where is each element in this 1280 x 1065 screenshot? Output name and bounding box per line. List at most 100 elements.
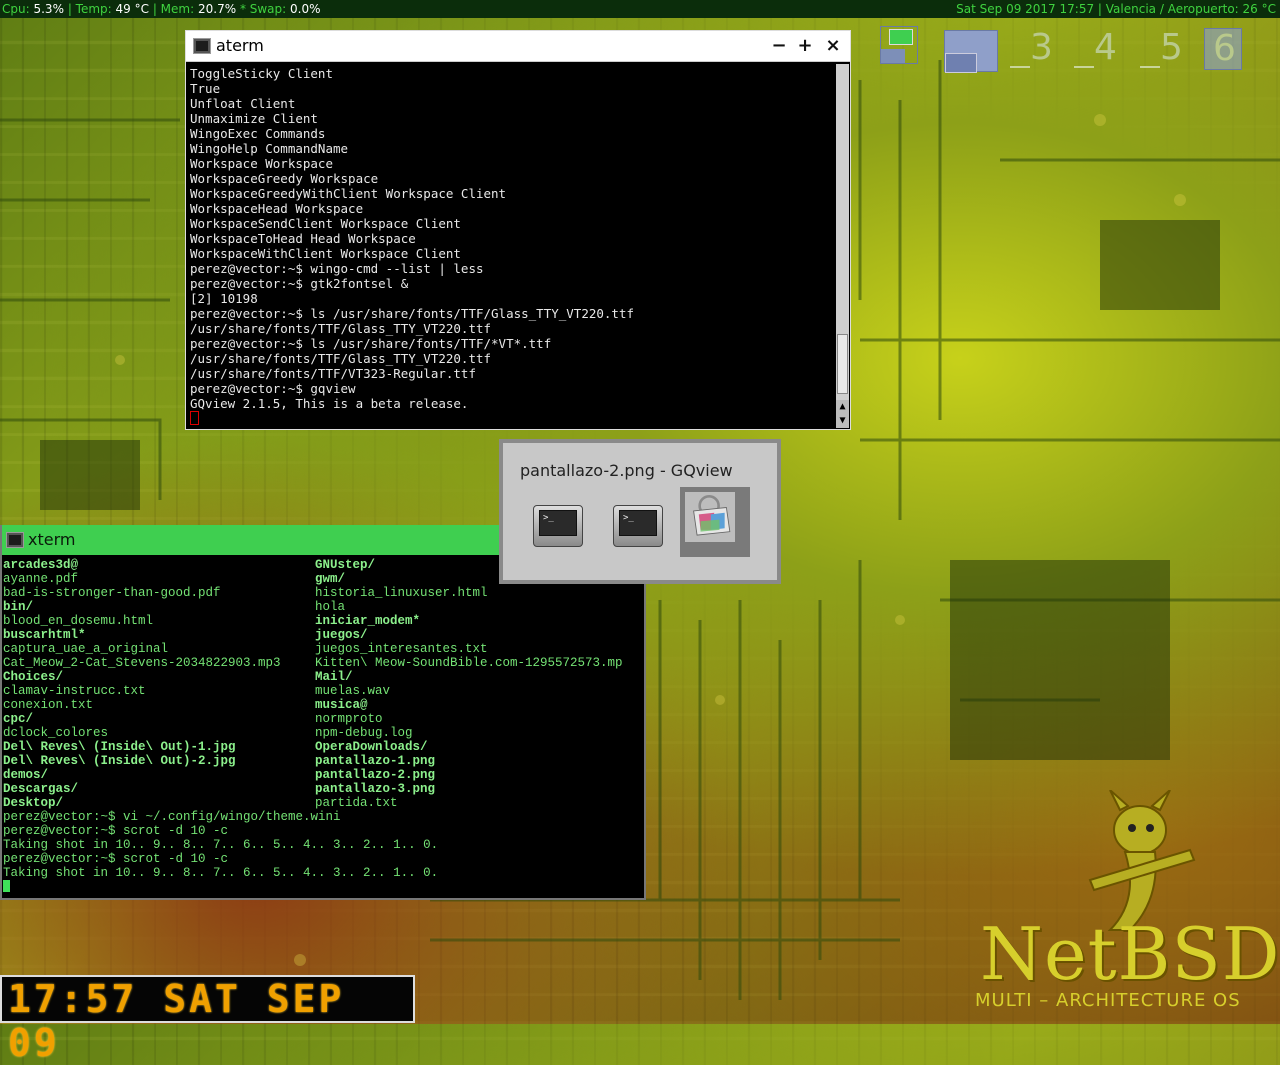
list-item: captura_uae_a_original <box>3 642 169 656</box>
aterm-line: /usr/share/fonts/TTF/Glass_TTY_VT220.ttf <box>190 351 492 366</box>
list-item: juegos/ <box>315 628 368 642</box>
terminal-icon: >_ <box>533 505 583 547</box>
aterm-line: Workspace Workspace <box>190 156 333 171</box>
image-viewer-icon <box>685 492 735 542</box>
list-item: juegos_interesantes.txt <box>315 642 488 656</box>
terminal-icon: >_ <box>613 505 663 547</box>
list-item: cpc/ <box>3 712 34 726</box>
aterm-line: WorkspaceGreedyWithClient Workspace Clie… <box>190 186 507 201</box>
xterm-output[interactable]: perez@vector:~$ vi ~/.config/wingo/theme… <box>3 810 438 894</box>
terminal-icon <box>193 38 211 54</box>
list-item: Choices/ <box>3 670 64 684</box>
list-item: muelas.wav <box>315 684 391 698</box>
list-item: pantallazo-3.png <box>315 782 436 796</box>
list-item: Desktop/ <box>3 796 64 810</box>
list-item: Del\ Reves\ (Inside\ Out)-2.jpg <box>3 754 236 768</box>
list-item: normproto <box>315 712 383 726</box>
aterm-line: True <box>190 81 221 96</box>
list-item: bin/ <box>3 600 34 614</box>
aterm-line: /usr/share/fonts/TTF/VT323-Regular.ttf <box>190 366 476 381</box>
xterm-cursor <box>3 880 10 892</box>
list-item: pantallazo-2.png <box>315 768 436 782</box>
aterm-line: WorkspaceSendClient Workspace Client <box>190 216 461 231</box>
netbsd-logo-text: NetBSD <box>980 912 1280 996</box>
maximize-button[interactable]: + <box>792 31 818 61</box>
switcher-item-gqview[interactable] <box>680 487 750 557</box>
workspace-1-preview[interactable] <box>880 26 918 64</box>
close-button[interactable]: × <box>820 31 846 61</box>
xterm-line: perez@vector:~$ vi ~/.config/wingo/theme… <box>3 810 341 824</box>
list-item: Mail/ <box>315 670 353 684</box>
temp-value: 49 °C <box>115 2 149 16</box>
list-item: gwm/ <box>315 572 346 586</box>
workspace-6-preview[interactable]: 6 <box>1204 28 1242 70</box>
aterm-line: perez@vector:~$ gqview <box>190 381 356 396</box>
aterm-line: perez@vector:~$ gtk2fontsel & <box>190 276 409 291</box>
list-item: Kitten\ Meow-SoundBible.com-1295572573.m… <box>315 656 623 670</box>
list-item: npm-debug.log <box>315 726 413 740</box>
aterm-line: GQview 2.1.5, This is a beta release. <box>190 396 469 411</box>
aterm-line: perez@vector:~$ wingo-cmd --list | less <box>190 261 484 276</box>
workspace-2-preview[interactable] <box>944 30 998 73</box>
xterm-line: Taking shot in 10.. 9.. 8.. 7.. 6.. 5.. … <box>3 838 439 852</box>
list-item: OperaDownloads/ <box>315 740 428 754</box>
list-item: Cat_Meow_2-Cat_Stevens-2034822903.mp3 <box>3 656 281 670</box>
list-item: iniciar_modem* <box>315 614 421 628</box>
list-item: bad-is-stronger-than-good.pdf <box>3 586 221 600</box>
list-item: historia_linuxuser.html <box>315 586 488 600</box>
list-item: dclock_colores <box>3 726 109 740</box>
aterm-line: perez@vector:~$ ls /usr/share/fonts/TTF/… <box>190 336 552 351</box>
workspace-5[interactable]: 5 <box>1160 30 1183 66</box>
list-item: partida.txt <box>315 796 398 810</box>
mem-value: 20.7% <box>197 2 237 16</box>
aterm-line: Unmaximize Client <box>190 111 318 126</box>
aterm-window[interactable]: aterm − + × ToggleSticky Client True Unf… <box>185 30 851 430</box>
aterm-line: perez@vector:~$ ls /usr/share/fonts/TTF/… <box>190 306 635 321</box>
list-item: Del\ Reves\ (Inside\ Out)-1.jpg <box>3 740 236 754</box>
netbsd-logo-subtitle: MULTI – ARCHITECTURE OS <box>975 990 1241 1011</box>
switcher-item-aterm[interactable]: >_ <box>529 499 585 555</box>
aterm-line: WorkspaceWithClient Workspace Client <box>190 246 461 261</box>
dclock: 17:57 SAT SEP 09 <box>0 975 415 1065</box>
list-item: pantallazo-1.png <box>315 754 436 768</box>
cpu-value: 5.3% <box>33 2 64 16</box>
aterm-scrollbar[interactable]: ▲ ▼ <box>836 64 849 428</box>
aterm-line: WorkspaceToHead Head Workspace <box>190 231 416 246</box>
workspace-4[interactable]: 4 <box>1094 30 1117 66</box>
scrollbar-thumb[interactable] <box>837 334 848 394</box>
xterm-title: xterm <box>28 530 76 549</box>
list-item: blood_en_dosemu.html <box>3 614 154 628</box>
scroll-up-arrow-icon[interactable]: ▲ <box>836 400 849 414</box>
workspace-6: 6 <box>1213 28 1236 69</box>
aterm-titlebar[interactable]: aterm − + × <box>186 31 850 62</box>
aterm-line: [2] 10198 <box>190 291 258 306</box>
aterm-line: WorkspaceGreedy Workspace <box>190 171 379 186</box>
listing-column-1: arcades3d@ ayanne.pdf bad-is-stronger-th… <box>3 558 281 810</box>
list-item: musica@ <box>315 698 368 712</box>
aterm-line: Unfloat Client <box>190 96 296 111</box>
list-item: ayanne.pdf <box>3 572 79 586</box>
cpu-label: Cpu: <box>2 2 30 16</box>
scroll-down-arrow-icon[interactable]: ▼ <box>836 414 849 428</box>
xterm-titlebar[interactable]: xterm <box>2 525 502 555</box>
list-item: buscarhtml* <box>3 628 86 642</box>
list-item: Descargas/ <box>3 782 79 796</box>
terminal-icon <box>6 532 24 548</box>
xterm-line: perez@vector:~$ scrot -d 10 -c <box>3 824 229 838</box>
swap-value: 0.0% <box>290 2 321 16</box>
list-item: hola <box>315 600 346 614</box>
aterm-output[interactable]: ToggleSticky Client True Unfloat Client … <box>190 66 634 426</box>
minimize-button[interactable]: − <box>766 31 792 61</box>
list-item: arcades3d@ <box>3 558 79 572</box>
workspace-3[interactable]: 3 <box>1030 30 1053 66</box>
aterm-cursor <box>190 411 199 425</box>
switcher-item-xterm[interactable]: >_ <box>609 499 665 555</box>
listing-column-2: GNUstep/ gwm/ historia_linuxuser.html ho… <box>315 558 623 810</box>
aterm-line: WingoHelp CommandName <box>190 141 349 156</box>
workspace-pager: 3 4 5 6 <box>878 26 1258 74</box>
window-switcher: pantallazo-2.png - GQview >_ >_ <box>499 439 781 584</box>
aterm-line: WingoExec Commands <box>190 126 326 141</box>
list-item: conexion.txt <box>3 698 94 712</box>
list-item: GNUstep/ <box>315 558 376 572</box>
aterm-title: aterm <box>216 36 264 55</box>
